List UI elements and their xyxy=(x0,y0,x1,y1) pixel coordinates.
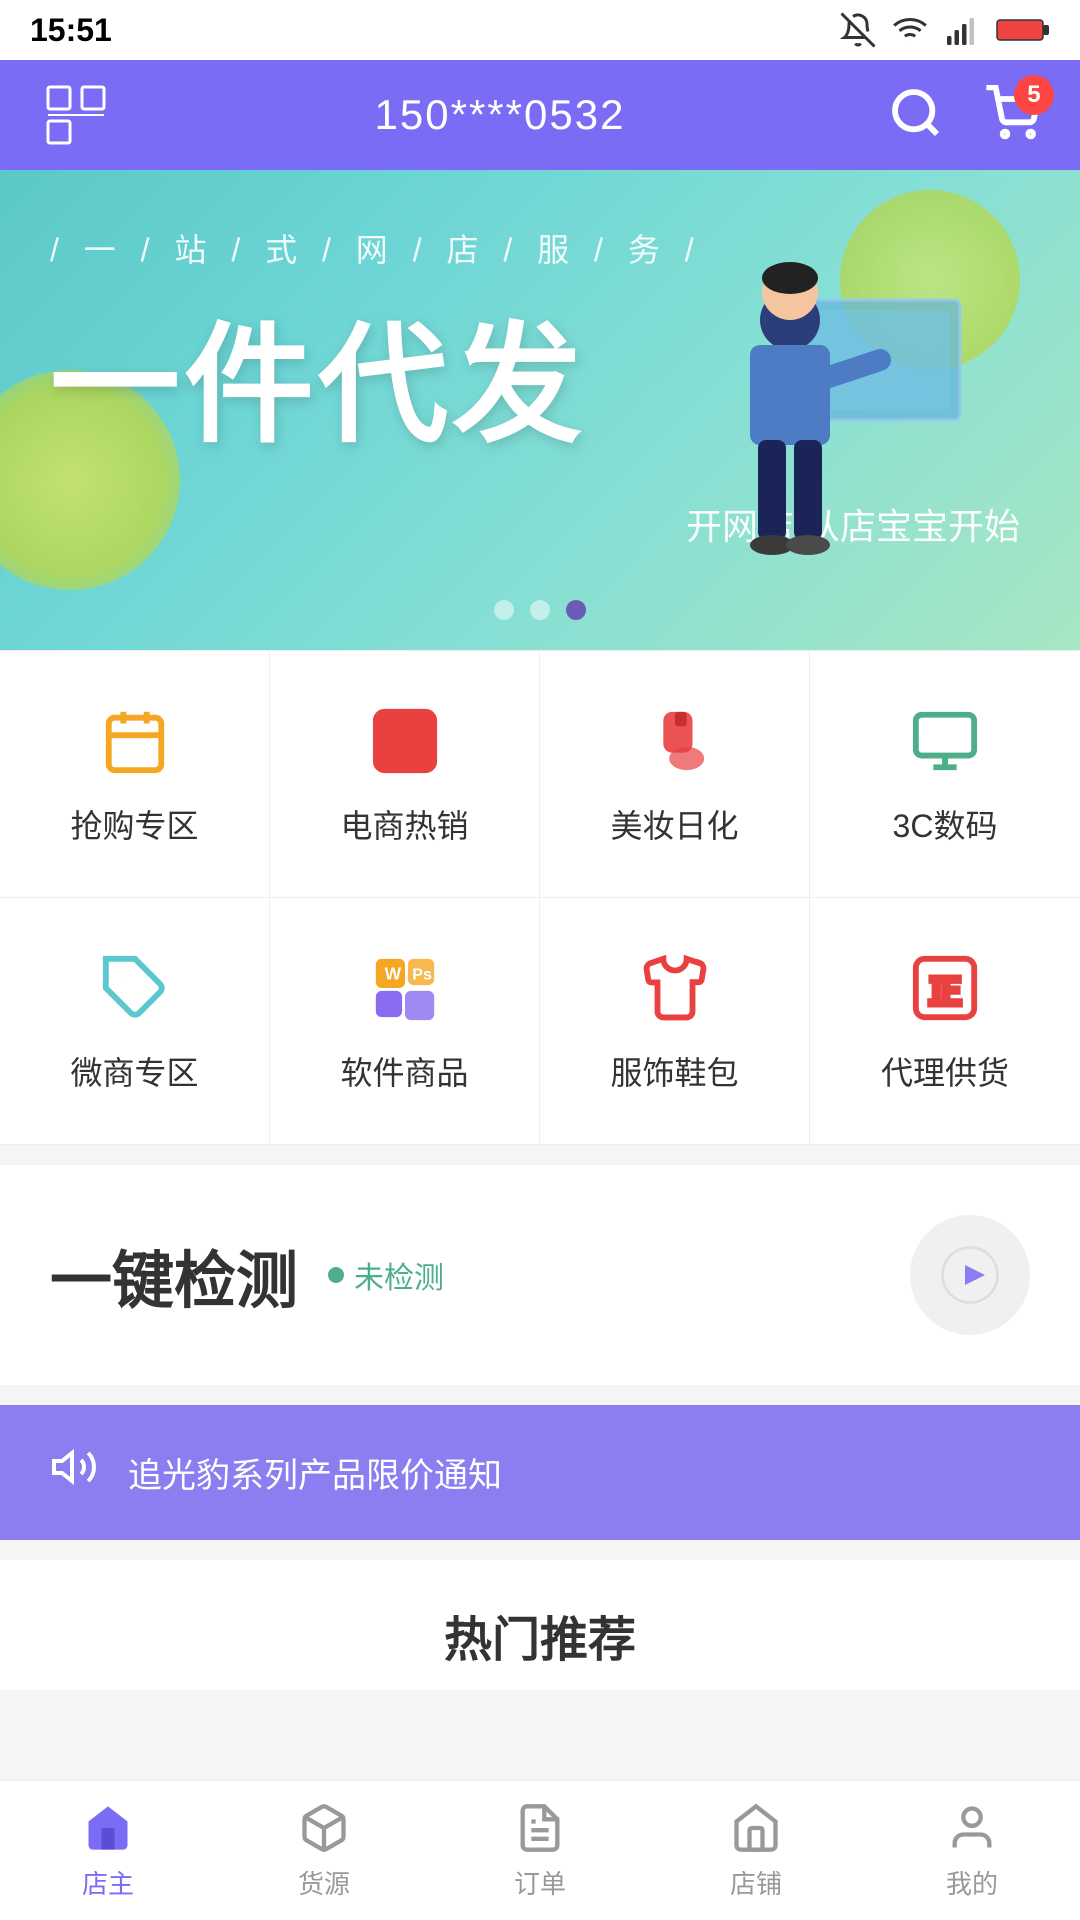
recommend-section: 热门推荐 xyxy=(0,1560,1080,1690)
cart-badge: 5 xyxy=(1014,75,1054,115)
notice-icon xyxy=(50,1443,98,1502)
nav-home-label: 店主 xyxy=(82,1864,134,1901)
store-icon xyxy=(728,1800,784,1856)
wifi-icon xyxy=(892,12,928,48)
category-weishang[interactable]: 微商专区 xyxy=(0,898,270,1145)
header-actions: 5 xyxy=(888,85,1040,146)
svg-text:正: 正 xyxy=(929,974,961,1010)
svg-text:W: W xyxy=(384,963,401,983)
header: 150****0532 5 xyxy=(0,60,1080,170)
detection-dot xyxy=(328,1267,344,1283)
banner-dots xyxy=(494,600,586,620)
nav-source[interactable]: 货源 xyxy=(216,1800,432,1901)
bottom-nav: 店主 货源 订单 xyxy=(0,1780,1080,1920)
muted-bell-icon xyxy=(840,12,876,48)
nav-source-label: 货源 xyxy=(298,1864,350,1901)
status-time: 15:51 xyxy=(30,12,112,49)
search-button[interactable] xyxy=(888,85,944,146)
banner-subtitle: / 一 / 站 / 式 / 网 / 店 / 服 / 务 / xyxy=(50,225,702,271)
detection-play-button[interactable] xyxy=(910,1215,1030,1335)
dianshang-label: 电商热销 xyxy=(340,801,468,847)
svg-text:Ps: Ps xyxy=(412,965,432,983)
qianggou-label: 抢购专区 xyxy=(70,801,198,847)
category-dianshang[interactable]: 邮 电商热销 xyxy=(270,651,540,898)
banner-dot-2[interactable] xyxy=(530,600,550,620)
category-fushi[interactable]: 服饰鞋包 xyxy=(540,898,810,1145)
source-icon xyxy=(296,1800,352,1856)
ruanjian-icon: W Ps xyxy=(365,948,445,1028)
weishang-label: 微商专区 xyxy=(70,1048,198,1094)
battery-icon xyxy=(996,16,1050,44)
3c-icon xyxy=(905,701,985,781)
signal-icon xyxy=(944,12,980,48)
meizhuang-icon xyxy=(635,701,715,781)
daili-label: 代理供货 xyxy=(881,1048,1009,1094)
home-icon xyxy=(80,1800,136,1856)
fushi-label: 服饰鞋包 xyxy=(610,1048,738,1094)
category-daili[interactable]: 正 代理供货 xyxy=(810,898,1080,1145)
nav-order[interactable]: 订单 xyxy=(432,1800,648,1901)
notice-bar[interactable]: 追光豹系列产品限价通知 xyxy=(0,1405,1080,1540)
detection-section: 一键检测 未检测 xyxy=(0,1165,1080,1385)
qianggou-icon xyxy=(95,701,175,781)
play-icon xyxy=(940,1245,1000,1305)
category-meizhuang[interactable]: 美妆日化 xyxy=(540,651,810,898)
banner-dot-1[interactable] xyxy=(494,600,514,620)
category-ruanjian[interactable]: W Ps 软件商品 xyxy=(270,898,540,1145)
meizhuang-label: 美妆日化 xyxy=(610,801,738,847)
banner: / 一 / 站 / 式 / 网 / 店 / 服 / 务 / 一件代发 开网店 从… xyxy=(0,170,1080,650)
nav-mine-label: 我的 xyxy=(946,1864,998,1901)
nav-store-label: 店铺 xyxy=(730,1864,782,1901)
fushi-icon xyxy=(635,948,715,1028)
detection-title: 一键检测 xyxy=(50,1230,298,1320)
weishang-icon xyxy=(95,948,175,1028)
nav-mine[interactable]: 我的 xyxy=(864,1800,1080,1901)
status-icons xyxy=(840,12,1050,48)
ruanjian-label: 软件商品 xyxy=(340,1048,468,1094)
nav-order-label: 订单 xyxy=(514,1864,566,1901)
recommend-title: 热门推荐 xyxy=(50,1600,1030,1670)
nav-store[interactable]: 店铺 xyxy=(648,1800,864,1901)
banner-title: 一件代发 xyxy=(50,280,586,468)
detection-status: 未检测 xyxy=(328,1253,444,1297)
status-bar: 15:51 xyxy=(0,0,1080,60)
category-grid: 抢购专区 邮 电商热销 美妆日化 xyxy=(0,650,1080,1145)
search-icon xyxy=(888,85,944,141)
notice-text: 追光豹系列产品限价通知 xyxy=(128,1448,502,1497)
user-phone: 150****0532 xyxy=(375,91,626,139)
detection-status-text: 未检测 xyxy=(354,1253,444,1297)
banner-dot-3[interactable] xyxy=(566,600,586,620)
mine-icon xyxy=(944,1800,1000,1856)
detection-info: 一键检测 未检测 xyxy=(50,1230,444,1320)
nav-home[interactable]: 店主 xyxy=(0,1800,216,1901)
banner-illustration xyxy=(680,240,980,580)
scan-button[interactable] xyxy=(40,79,112,151)
dianshang-icon: 邮 xyxy=(365,701,445,781)
order-icon xyxy=(512,1800,568,1856)
3c-label: 3C数码 xyxy=(893,801,998,847)
scan-icon xyxy=(44,83,108,147)
svg-text:邮: 邮 xyxy=(386,723,424,765)
category-3c[interactable]: 3C数码 xyxy=(810,651,1080,898)
cart-button[interactable]: 5 xyxy=(984,85,1040,146)
daili-icon: 正 xyxy=(905,948,985,1028)
category-qianggou[interactable]: 抢购专区 xyxy=(0,651,270,898)
